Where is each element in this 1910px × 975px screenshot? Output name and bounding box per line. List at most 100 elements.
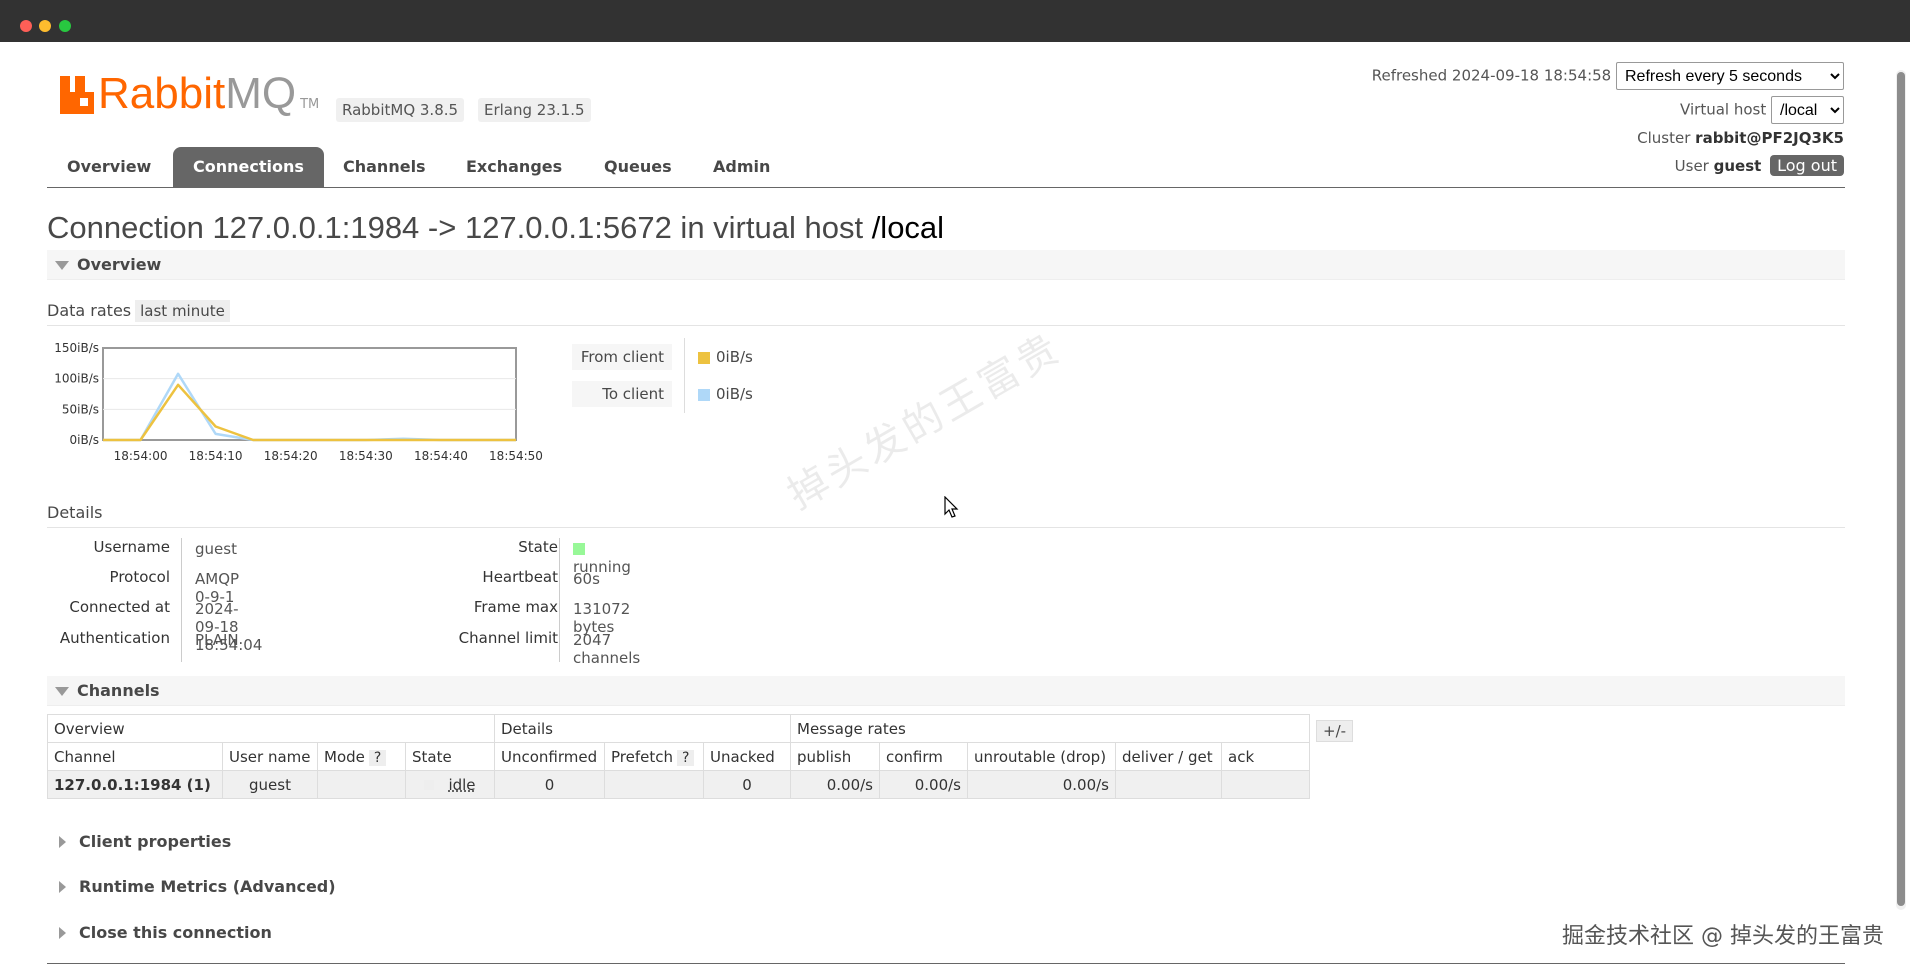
legend-value: 0iB/s [716, 385, 753, 403]
runtime-metrics-section[interactable]: Runtime Metrics (Advanced) [47, 875, 336, 899]
cell-unroutable: 0.00/s [967, 770, 1116, 799]
refresh-interval-select[interactable]: Refresh every 5 seconds [1616, 62, 1844, 90]
legend-swatch-from-client [698, 352, 710, 364]
table-row[interactable]: 127.0.0.1:1984 (1) guest idle 0 0 0.00/s… [47, 770, 1310, 799]
footer-divider [47, 963, 1845, 964]
cluster-label: Cluster [1637, 129, 1691, 147]
diagonal-watermark: 掉头发的王富贵 [780, 324, 1070, 519]
detail-value-username: guest [195, 540, 237, 558]
idle-status-icon [424, 779, 435, 790]
cell-unconfirmed: 0 [494, 770, 605, 799]
overview-section-header[interactable]: Overview [47, 250, 1845, 280]
x-tick-label: 18:54:20 [264, 449, 318, 463]
x-tick-label: 18:54:00 [114, 449, 168, 463]
mouse-cursor-icon [944, 496, 959, 518]
refreshed-timestamp: Refreshed 2024-09-18 18:54:58 [1371, 66, 1612, 85]
data-rates-chart: 0iB/s 50iB/s 100iB/s 150iB/s 18:54:00 18:54:1… [54, 341, 543, 463]
x-tick-label: 18:54:10 [189, 449, 243, 463]
detail-label-protocol: Protocol [109, 568, 170, 586]
cell-user: guest [222, 770, 318, 799]
rabbitmq-logo[interactable]: RabbitMQ TM [60, 69, 320, 118]
legend-swatch-to-client [698, 389, 710, 401]
column-header-ack[interactable]: ack [1221, 742, 1310, 771]
legend-label: To client [572, 381, 672, 407]
rabbitmq-logo-icon [60, 76, 94, 114]
channels-table: Overview Details Message rates Channel U… [47, 714, 1310, 799]
y-tick-label: 150iB/s [54, 341, 99, 355]
column-header-unroutable[interactable]: unroutable (drop) [967, 742, 1116, 771]
expanded-triangle-icon [55, 261, 69, 270]
data-rates-range-toggle[interactable]: last minute [135, 300, 230, 322]
column-header-unacked[interactable]: Unacked [703, 742, 791, 771]
tab-exchanges[interactable]: Exchanges [446, 147, 582, 187]
column-header-prefetch[interactable]: Prefetch? [604, 742, 704, 771]
prefetch-help-icon[interactable]: ? [677, 749, 695, 766]
channels-section-header[interactable]: Channels [47, 676, 1845, 706]
corner-watermark: 掘金技术社区 @ 掉头发的王富贵 [1562, 924, 1884, 949]
tab-admin[interactable]: Admin [693, 147, 790, 187]
group-header-details: Details [494, 714, 791, 743]
x-tick-label: 18:54:30 [339, 449, 393, 463]
legend-row-from-client: From client 0iB/s [572, 338, 772, 376]
mode-help-icon[interactable]: ? [368, 749, 387, 766]
cell-ack [1221, 770, 1310, 799]
column-header-channel[interactable]: Channel [47, 742, 223, 771]
logo-wordmark: RabbitMQ [98, 69, 297, 118]
tab-connections[interactable]: Connections [173, 147, 324, 187]
refresh-controls: Refreshed 2024-09-18 18:54:58 Refresh ev… [1372, 62, 1844, 90]
minimize-window-button[interactable] [39, 20, 51, 32]
collapsed-triangle-icon [59, 881, 66, 893]
x-tick-label: 18:54:40 [414, 449, 468, 463]
cell-deliver-get [1115, 770, 1222, 799]
cell-mode [317, 770, 406, 799]
table-column-header-row: Channel User name Mode? State Unconfirme… [47, 742, 1310, 771]
detail-label-frame-max: Frame max [473, 598, 558, 616]
group-header-overview: Overview [47, 714, 495, 743]
page-title-vhost-link[interactable]: /local [872, 210, 944, 245]
column-header-user-name[interactable]: User name [222, 742, 318, 771]
detail-label-authentication: Authentication [59, 629, 170, 647]
rabbitmq-version-badge: RabbitMQ 3.8.5 [336, 98, 465, 122]
erlang-version-badge: Erlang 23.1.5 [478, 98, 591, 122]
legend-value: 0iB/s [716, 348, 753, 366]
tab-queues[interactable]: Queues [584, 147, 692, 187]
virtual-host-label: Virtual host [1680, 100, 1767, 119]
detail-value-authentication: PLAIN [195, 631, 239, 649]
tab-channels[interactable]: Channels [323, 147, 446, 187]
maximize-window-button[interactable] [59, 20, 71, 32]
column-toggle-button[interactable]: +/- [1316, 720, 1354, 742]
detail-label-connected-at: Connected at [69, 598, 170, 616]
main-nav-tabs: Overview Connections Channels Exchanges … [47, 147, 1845, 188]
logo-trademark: TM [300, 97, 320, 112]
y-tick-label: 100iB/s [54, 372, 99, 386]
detail-label-heartbeat: Heartbeat [482, 568, 558, 586]
collapsed-triangle-icon [59, 836, 66, 848]
column-header-mode[interactable]: Mode? [317, 742, 406, 771]
column-header-state[interactable]: State [405, 742, 495, 771]
column-header-confirm[interactable]: confirm [879, 742, 968, 771]
scrollbar-thumb[interactable] [1897, 72, 1905, 906]
data-rates-header: Data rates last minute [47, 300, 1845, 326]
close-window-button[interactable] [20, 20, 32, 32]
virtual-host-select[interactable]: /local [1771, 96, 1844, 124]
client-properties-section[interactable]: Client properties [47, 830, 231, 854]
cell-prefetch [604, 770, 704, 799]
cell-state: idle [405, 770, 495, 799]
legend-label: From client [572, 344, 672, 370]
channel-link[interactable]: 127.0.0.1:1984 (1) [47, 770, 223, 799]
cell-unacked: 0 [703, 770, 791, 799]
cell-confirm: 0.00/s [879, 770, 968, 799]
x-tick-label: 18:54:50 [489, 449, 543, 463]
page-title: Connection 127.0.0.1:1984 -> 127.0.0.1:5… [47, 210, 945, 245]
tab-overview[interactable]: Overview [47, 147, 171, 187]
column-header-deliver-get[interactable]: deliver / get [1115, 742, 1222, 771]
detail-value-heartbeat: 60s [573, 570, 600, 588]
column-header-publish[interactable]: publish [790, 742, 880, 771]
detail-label-channel-limit: Channel limit [458, 629, 558, 647]
detail-value-channel-limit: 2047 channels [573, 631, 641, 667]
column-header-unconfirmed[interactable]: Unconfirmed [494, 742, 605, 771]
legend-row-to-client: To client 0iB/s [572, 375, 772, 413]
expanded-triangle-icon [55, 687, 69, 696]
close-connection-section[interactable]: Close this connection [47, 921, 272, 945]
window-titlebar [0, 0, 1910, 42]
